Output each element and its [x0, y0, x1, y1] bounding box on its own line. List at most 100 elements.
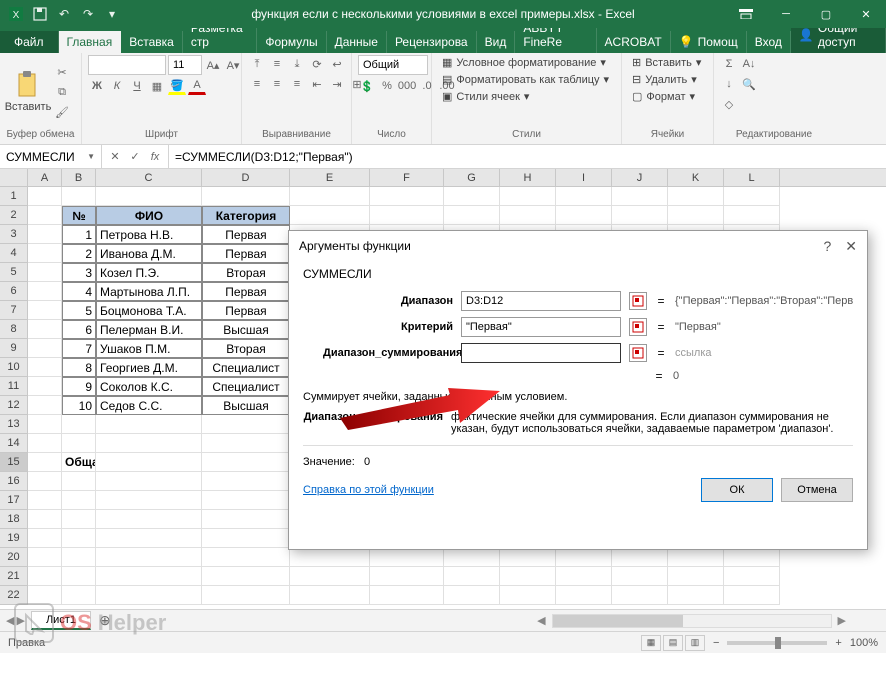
- cell[interactable]: [444, 187, 500, 206]
- cell[interactable]: [668, 187, 724, 206]
- row-header[interactable]: 18: [0, 510, 28, 529]
- cell[interactable]: [28, 301, 62, 320]
- tab-file[interactable]: Файл: [0, 31, 59, 53]
- cell[interactable]: Ушаков П.М.: [96, 339, 202, 358]
- cell[interactable]: Первая: [202, 225, 290, 244]
- cell[interactable]: [556, 206, 612, 225]
- new-sheet-icon[interactable]: ⊕: [91, 612, 119, 629]
- align-left-icon[interactable]: ≡: [248, 75, 266, 93]
- cell[interactable]: [62, 472, 96, 491]
- cell[interactable]: [28, 187, 62, 206]
- cell[interactable]: [28, 510, 62, 529]
- qat-customize-icon[interactable]: ▾: [102, 4, 122, 24]
- currency-icon[interactable]: 💲: [358, 77, 376, 95]
- row-header[interactable]: 14: [0, 434, 28, 453]
- conditional-formatting-button[interactable]: ▦Условное форматирование ▾: [438, 55, 610, 70]
- font-color-icon[interactable]: A: [188, 77, 206, 95]
- tab-formulas[interactable]: Формулы: [257, 31, 326, 53]
- decrease-indent-icon[interactable]: ⇤: [308, 75, 326, 93]
- cell[interactable]: Иванова Д.М.: [96, 244, 202, 263]
- cell[interactable]: Общая зарплата учителей пер: [62, 453, 96, 472]
- cell[interactable]: [202, 567, 290, 586]
- cell[interactable]: [96, 586, 202, 605]
- cell[interactable]: [28, 491, 62, 510]
- cell[interactable]: 2: [62, 244, 96, 263]
- cell[interactable]: Вторая: [202, 263, 290, 282]
- cell[interactable]: [28, 396, 62, 415]
- align-middle-icon[interactable]: ≡: [268, 55, 286, 73]
- cell[interactable]: [28, 472, 62, 491]
- decrease-font-icon[interactable]: A▾: [224, 56, 242, 74]
- col-header[interactable]: L: [724, 169, 780, 186]
- cell[interactable]: 1: [62, 225, 96, 244]
- row-header[interactable]: 6: [0, 282, 28, 301]
- cell[interactable]: [612, 567, 668, 586]
- cell[interactable]: Петрова Н.В.: [96, 225, 202, 244]
- cell[interactable]: [290, 548, 370, 567]
- col-header[interactable]: E: [290, 169, 370, 186]
- tab-data[interactable]: Данные: [327, 31, 387, 53]
- cell[interactable]: [556, 548, 612, 567]
- cell[interactable]: [202, 453, 290, 472]
- increase-indent-icon[interactable]: ⇥: [328, 75, 346, 93]
- zoom-in-icon[interactable]: +: [835, 637, 841, 649]
- close-icon[interactable]: ✕: [846, 0, 886, 28]
- cell[interactable]: Первая: [202, 301, 290, 320]
- enter-formula-icon[interactable]: ✓: [126, 148, 144, 166]
- cell[interactable]: [62, 415, 96, 434]
- cell[interactable]: [612, 548, 668, 567]
- dialog-close-icon[interactable]: ✕: [845, 238, 857, 255]
- cell[interactable]: Боцмонова Т.А.: [96, 301, 202, 320]
- row-header[interactable]: 5: [0, 263, 28, 282]
- fill-color-icon[interactable]: 🪣: [168, 77, 186, 95]
- cell[interactable]: Седов С.С.: [96, 396, 202, 415]
- fx-icon[interactable]: fx: [146, 148, 164, 166]
- sheet-nav-prev-icon[interactable]: ◀: [6, 614, 14, 627]
- copy-icon[interactable]: ⧉: [53, 83, 71, 101]
- increase-font-icon[interactable]: A▴: [204, 56, 222, 74]
- col-header[interactable]: K: [668, 169, 724, 186]
- page-layout-view-icon[interactable]: ▤: [663, 635, 683, 651]
- scroll-left-icon[interactable]: ◀: [537, 614, 545, 627]
- cell[interactable]: [28, 225, 62, 244]
- arg-range-input[interactable]: [461, 291, 621, 311]
- cell[interactable]: [62, 510, 96, 529]
- tell-me[interactable]: 💡Помощ: [671, 31, 747, 53]
- row-header[interactable]: 21: [0, 567, 28, 586]
- zoom-level[interactable]: 100%: [850, 637, 878, 649]
- cell[interactable]: [62, 586, 96, 605]
- row-header[interactable]: 12: [0, 396, 28, 415]
- cell[interactable]: [500, 586, 556, 605]
- cell[interactable]: Высшая: [202, 396, 290, 415]
- align-center-icon[interactable]: ≡: [268, 75, 286, 93]
- cell[interactable]: [62, 187, 96, 206]
- cell[interactable]: Георгиев Д.М.: [96, 358, 202, 377]
- col-header[interactable]: I: [556, 169, 612, 186]
- cell[interactable]: [62, 434, 96, 453]
- row-header[interactable]: 3: [0, 225, 28, 244]
- sort-icon[interactable]: A↓: [740, 55, 758, 73]
- cell[interactable]: [28, 548, 62, 567]
- paste-button[interactable]: Вставить: [6, 71, 50, 113]
- cell[interactable]: 5: [62, 301, 96, 320]
- undo-icon[interactable]: ↶: [54, 4, 74, 24]
- cell[interactable]: [96, 415, 202, 434]
- cell[interactable]: Категория: [202, 206, 290, 225]
- cell[interactable]: [28, 282, 62, 301]
- cell[interactable]: [28, 567, 62, 586]
- tab-review[interactable]: Рецензирова: [387, 31, 477, 53]
- cell[interactable]: [28, 434, 62, 453]
- cell[interactable]: [668, 548, 724, 567]
- cell[interactable]: Мартынова Л.П.: [96, 282, 202, 301]
- cell[interactable]: [500, 206, 556, 225]
- name-box-dropdown-icon[interactable]: ▼: [87, 152, 95, 161]
- align-top-icon[interactable]: ⤒: [248, 55, 266, 73]
- cell[interactable]: [96, 491, 202, 510]
- normal-view-icon[interactable]: ▦: [641, 635, 661, 651]
- cell-styles-button[interactable]: ▣Стили ячеек ▾: [438, 89, 533, 104]
- comma-icon[interactable]: 000: [398, 77, 416, 95]
- cell[interactable]: 10: [62, 396, 96, 415]
- tab-view[interactable]: Вид: [477, 31, 516, 53]
- cell[interactable]: [96, 567, 202, 586]
- row-header[interactable]: 19: [0, 529, 28, 548]
